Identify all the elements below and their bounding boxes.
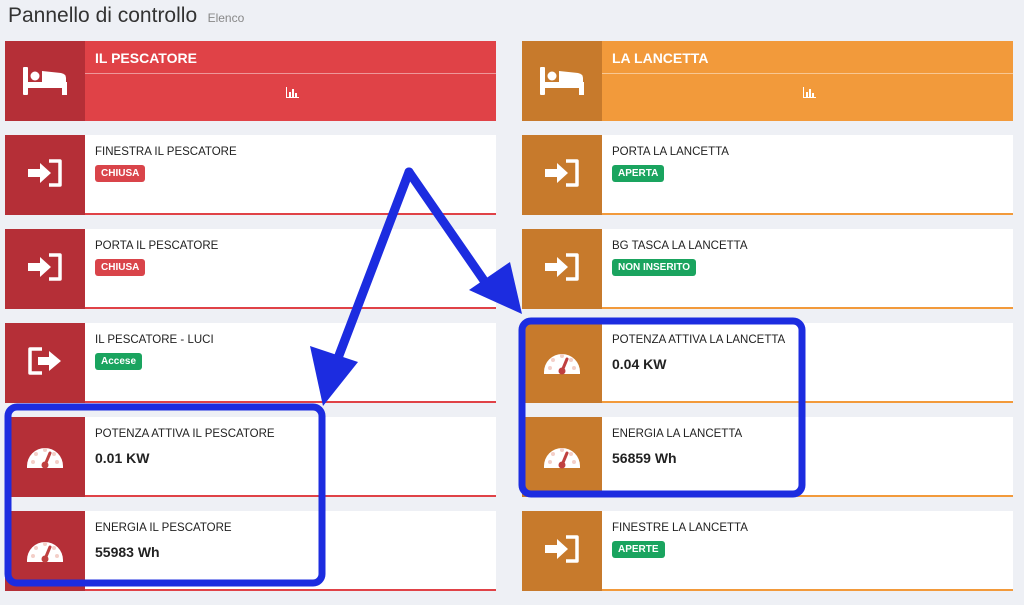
page-title: Pannello di controllo	[8, 4, 198, 27]
device-card[interactable]: POTENZA ATTIVA LA LANCETTA 0.04 KW	[522, 323, 1013, 403]
gauge-icon	[24, 533, 66, 570]
device-icon-box	[522, 417, 602, 497]
status-badge: APERTA	[612, 165, 665, 182]
device-card[interactable]: PORTA LA LANCETTA APERTA	[522, 135, 1013, 215]
device-card[interactable]: FINESTRA IL PESCATORE CHIUSA	[5, 135, 496, 215]
device-icon-box	[5, 229, 85, 309]
door-enter-icon	[26, 158, 64, 193]
status-badge: Accese	[95, 353, 143, 370]
bed-icon	[538, 61, 586, 102]
card-bottom-line	[85, 307, 496, 309]
device-label: FINESTRA IL PESCATORE	[95, 146, 237, 158]
device-value: 55983 Wh	[95, 544, 160, 560]
door-enter-icon	[26, 252, 64, 287]
device-icon-box	[5, 511, 85, 591]
device-icon-box	[5, 417, 85, 497]
bar-chart-icon[interactable]	[803, 85, 816, 103]
card-bottom-line	[602, 213, 1013, 215]
room-header[interactable]: LA LANCETTA	[522, 41, 1013, 121]
card-bottom-line	[602, 401, 1013, 403]
gauge-icon	[541, 345, 583, 382]
device-label: PORTA IL PESCATORE	[95, 240, 219, 252]
device-icon-box	[522, 229, 602, 309]
device-card[interactable]: FINESTRE LA LANCETTA APERTE	[522, 511, 1013, 591]
gauge-icon	[541, 439, 583, 476]
bed-icon	[21, 61, 69, 102]
status-badge: CHIUSA	[95, 259, 146, 276]
room-name: LA LANCETTA	[612, 50, 709, 66]
room-divider	[85, 73, 496, 74]
device-label: BG TASCA LA LANCETTA	[612, 240, 748, 252]
room-name: IL PESCATORE	[95, 50, 197, 66]
card-bottom-line	[602, 495, 1013, 497]
room-icon-box	[5, 41, 85, 121]
room-icon-box	[522, 41, 602, 121]
status-badge: CHIUSA	[95, 165, 146, 182]
device-card[interactable]: PORTA IL PESCATORE CHIUSA	[5, 229, 496, 309]
device-card[interactable]: POTENZA ATTIVA IL PESCATORE 0.01 KW	[5, 417, 496, 497]
device-label: POTENZA ATTIVA LA LANCETTA	[612, 334, 786, 346]
device-icon-box	[5, 323, 85, 403]
page-header: Pannello di controllo Elenco	[8, 4, 244, 28]
device-value: 0.01 KW	[95, 450, 150, 466]
status-badge: APERTE	[612, 541, 665, 558]
door-enter-icon	[543, 534, 581, 569]
room-header[interactable]: IL PESCATORE	[5, 41, 496, 121]
card-bottom-line	[602, 307, 1013, 309]
card-bottom-line	[85, 589, 496, 591]
door-enter-icon	[543, 158, 581, 193]
device-label: FINESTRE LA LANCETTA	[612, 522, 748, 534]
card-bottom-line	[85, 401, 496, 403]
room-column-left: IL PESCATORE FINESTRA IL PESCATORE CHIUSA…	[5, 41, 496, 605]
device-icon-box	[522, 135, 602, 215]
room-column-right: LA LANCETTA PORTA LA LANCETTA APERTA BG TA…	[522, 41, 1013, 605]
device-icon-box	[5, 135, 85, 215]
door-exit-icon	[26, 346, 64, 381]
device-card[interactable]: ENERGIA LA LANCETTA 56859 Wh	[522, 417, 1013, 497]
device-label: PORTA LA LANCETTA	[612, 146, 729, 158]
door-enter-icon	[543, 252, 581, 287]
device-list: PORTA LA LANCETTA APERTA BG TASCA LA LANCE…	[522, 135, 1013, 591]
status-badge: NON INSERITO	[612, 259, 697, 276]
room-divider	[602, 73, 1013, 74]
device-label: POTENZA ATTIVA IL PESCATORE	[95, 428, 275, 440]
card-bottom-line	[85, 495, 496, 497]
device-card[interactable]: ENERGIA IL PESCATORE 55983 Wh	[5, 511, 496, 591]
page-subtitle: Elenco	[207, 11, 245, 25]
device-value: 0.04 KW	[612, 356, 667, 372]
device-icon-box	[522, 323, 602, 403]
bar-chart-icon[interactable]	[286, 85, 299, 103]
device-label: ENERGIA IL PESCATORE	[95, 522, 232, 534]
device-card[interactable]: IL PESCATORE - LUCI Accese	[5, 323, 496, 403]
device-icon-box	[522, 511, 602, 591]
device-label: IL PESCATORE - LUCI	[95, 334, 214, 346]
card-bottom-line	[602, 589, 1013, 591]
card-bottom-line	[85, 213, 496, 215]
gauge-icon	[24, 439, 66, 476]
device-list: FINESTRA IL PESCATORE CHIUSA PORTA IL PESC…	[5, 135, 496, 591]
device-label: ENERGIA LA LANCETTA	[612, 428, 743, 440]
device-value: 56859 Wh	[612, 450, 677, 466]
device-card[interactable]: BG TASCA LA LANCETTA NON INSERITO	[522, 229, 1013, 309]
